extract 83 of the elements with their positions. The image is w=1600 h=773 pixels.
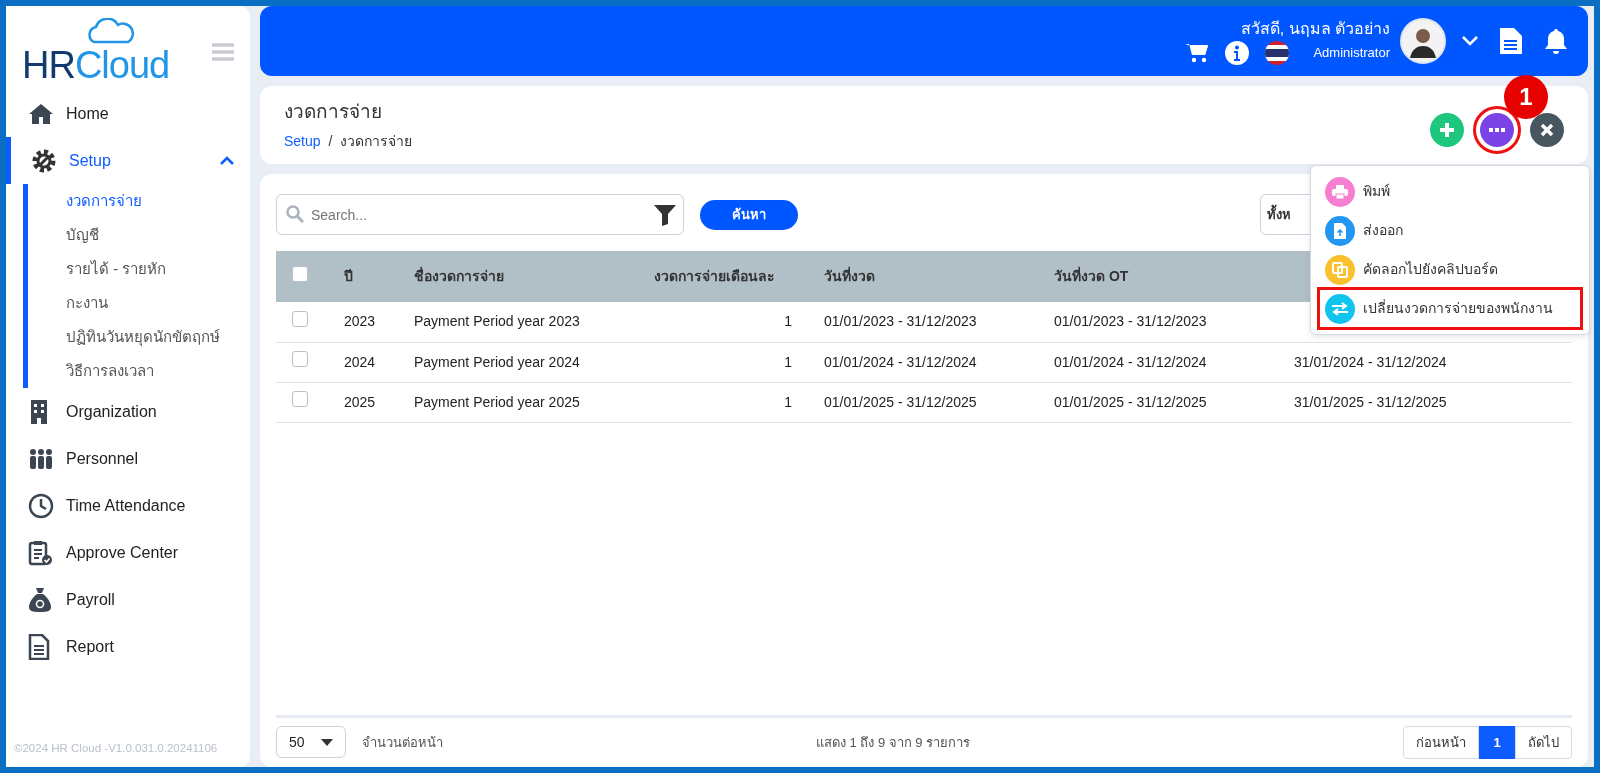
people-icon (28, 447, 54, 470)
copyright-text: ©2024 HR Cloud -V1.0.031.0.20241106 (13, 740, 219, 756)
table-cell: 1 (646, 382, 816, 422)
nav-item[interactable]: Report (6, 623, 250, 670)
money-bag-icon (28, 586, 54, 613)
clock-icon (28, 492, 54, 519)
nav-item[interactable]: Personnel (6, 435, 250, 482)
column-header: วันที่งวด (816, 251, 1046, 302)
swap-arrows-icon (1325, 293, 1355, 324)
close-button[interactable] (1530, 113, 1564, 147)
table-cell: 01/01/2024 - 31/12/2024 (816, 342, 1046, 382)
row-checkbox[interactable] (292, 351, 308, 367)
home-icon (28, 101, 54, 126)
table-cell: 01/01/2025 - 31/12/2025 (1046, 382, 1286, 422)
nav-item[interactable]: Payroll (6, 576, 250, 623)
printer-icon (1325, 176, 1355, 207)
filter-icon[interactable] (654, 204, 676, 226)
row-checkbox[interactable] (292, 391, 308, 407)
table-cell: 1 (646, 302, 816, 342)
submenu-item[interactable]: บัญชี (66, 218, 250, 252)
table-cell: 01/01/2023 - 31/12/2023 (816, 302, 1046, 342)
column-header: ปี (336, 251, 406, 302)
breadcrumb-separator: / (328, 131, 333, 151)
nav-item[interactable]: Time Attendance (6, 482, 250, 529)
nav-item[interactable]: Approve Center (6, 529, 250, 576)
table-cell: 1 (646, 342, 816, 382)
step-marker: 1 (1504, 75, 1548, 119)
table-cell: 2025 (336, 382, 406, 422)
avatar[interactable] (1400, 18, 1446, 64)
more-icon (1489, 127, 1505, 133)
flag-icon[interactable] (1265, 41, 1290, 65)
submenu-item[interactable]: ปฏิทินวันหยุดนักขัตฤกษ์ (66, 320, 250, 354)
nav-item[interactable]: Organization (6, 388, 250, 435)
submenu-item[interactable]: วิธีการลงเวลา (66, 354, 250, 388)
table-cell: 31/01/2025 - 31/12/2025 (1286, 382, 1572, 422)
table-cell: 01/01/2025 - 31/12/2025 (816, 382, 1046, 422)
logo: HRCloud (22, 18, 170, 84)
page-title: งวดการจ่าย (284, 100, 383, 125)
chevron-icon[interactable] (220, 156, 234, 165)
page-button[interactable]: 1 (1479, 725, 1515, 759)
nav-item[interactable]: Home (6, 90, 250, 137)
column-header: วันที่งวด OT (1046, 251, 1286, 302)
select-all-checkbox[interactable] (292, 265, 308, 282)
file-upload-icon (1325, 215, 1355, 246)
row-checkbox[interactable] (292, 310, 308, 327)
clipboard-icon (28, 539, 54, 566)
nav-item[interactable]: Setup (6, 137, 250, 184)
cart-icon[interactable] (1185, 42, 1210, 64)
search-icon (286, 205, 304, 223)
submenu-item[interactable]: กะงาน (66, 286, 250, 320)
search-field[interactable]: Search... (276, 194, 684, 235)
table-cell: 31/01/2024 - 31/12/2024 (1286, 342, 1572, 382)
submenu-item[interactable]: รายได้ - รายหัก (66, 252, 250, 286)
close-icon (1540, 123, 1554, 137)
page-size-select[interactable]: 50 (276, 726, 346, 759)
gear-icon (31, 147, 57, 174)
page-button[interactable]: ก่อนหน้า (1403, 725, 1479, 759)
table-cell: Payment Period year 2024 (406, 342, 646, 382)
page-size-label: จำนวนต่อหน้า (362, 733, 443, 752)
greeting-text: สวัสดี, นฤมล ตัวอย่าง (1240, 19, 1390, 39)
copy-icon (1325, 254, 1355, 285)
table-cell: 01/01/2024 - 31/12/2024 (1046, 342, 1286, 382)
plus-icon (1439, 122, 1455, 138)
submenu-item[interactable]: งวดการจ่าย (66, 184, 250, 218)
summary-text: แสดง 1 ถึง 9 จาก 9 รายการ (815, 733, 972, 752)
table-cell: Payment Period year 2025 (406, 382, 646, 422)
table-cell: 01/01/2023 - 31/12/2023 (1046, 302, 1286, 342)
search-button[interactable]: ค้นหา (700, 199, 798, 230)
column-header: งวดการจ่ายเดือนละ (646, 251, 816, 302)
menu-item[interactable]: เปลี่ยนงวดการจ่ายของพนักงาน (1319, 289, 1581, 328)
table-cell: 2023 (336, 302, 406, 342)
column-header: ชื่องวดการจ่าย (406, 251, 646, 302)
breadcrumb-link[interactable]: Setup (284, 130, 321, 152)
page-button[interactable]: ถัดไป (1515, 725, 1572, 759)
table-cell: 2024 (336, 342, 406, 382)
role-text: Administrator (1313, 44, 1390, 63)
breadcrumb-text: งวดการจ่าย (340, 131, 413, 151)
caret-icon (320, 738, 333, 746)
bell-icon[interactable] (1544, 28, 1568, 54)
document-icon[interactable] (1500, 28, 1522, 54)
table-cell: Payment Period year 2023 (406, 302, 646, 342)
menu-item[interactable]: คัดลอกไปยังคลิปบอร์ด (1319, 250, 1581, 289)
info-icon[interactable] (1225, 41, 1250, 65)
